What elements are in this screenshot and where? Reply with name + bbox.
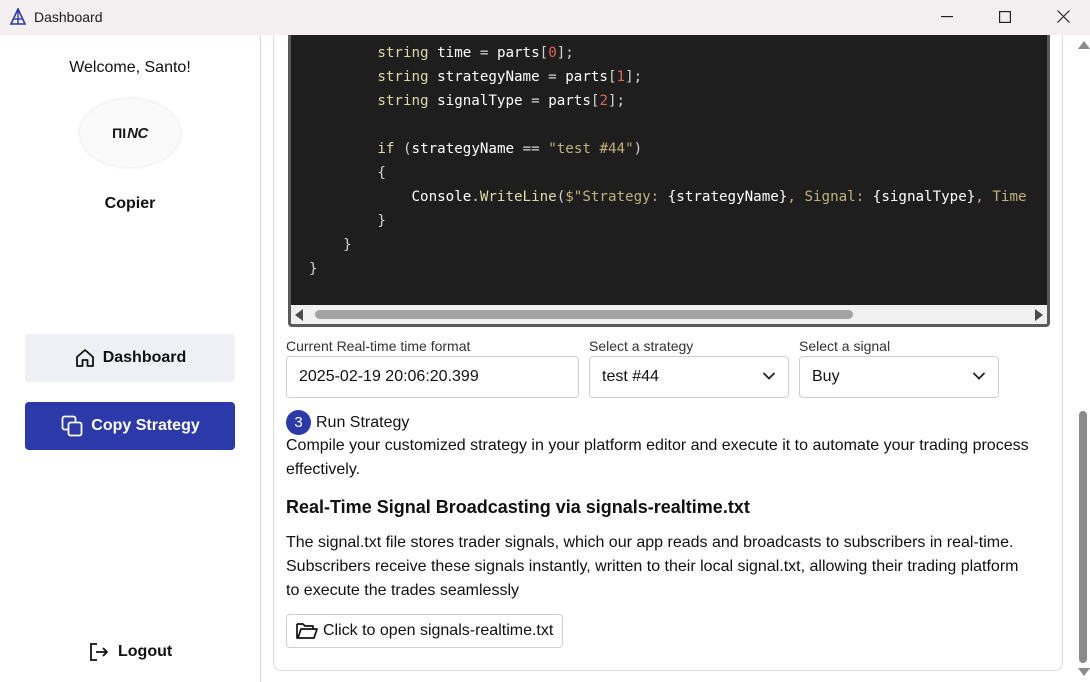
code-line: if (strategyName == "test #44") bbox=[377, 141, 643, 157]
broadcast-heading: Real-Time Signal Broadcasting via signal… bbox=[286, 497, 750, 517]
code-scrollbar-thumb[interactable] bbox=[315, 310, 853, 319]
folder-open-icon bbox=[296, 623, 318, 639]
app-logo-icon bbox=[9, 8, 27, 25]
minimize-icon bbox=[941, 15, 953, 17]
code-horizontal-scrollbar[interactable] bbox=[291, 305, 1047, 324]
maximize-icon bbox=[999, 10, 1011, 23]
page-vertical-scrollbar[interactable] bbox=[1076, 35, 1090, 682]
signal-select[interactable]: Buy bbox=[799, 356, 999, 398]
code-line: { bbox=[309, 165, 386, 181]
code-text: string time = parts[0]; string strategyN… bbox=[309, 41, 1027, 281]
signal-select-value: Buy bbox=[812, 368, 840, 385]
step-title: Run Strategy bbox=[316, 413, 410, 431]
home-icon bbox=[75, 349, 94, 367]
window-title: Dashboard bbox=[34, 9, 103, 25]
logo-mark-icon: ΠΙ bbox=[112, 125, 127, 141]
strategy-select-value: test #44 bbox=[602, 368, 659, 385]
open-signals-file-button[interactable]: Click to open signals-realtime.txt bbox=[286, 614, 564, 648]
close-button[interactable] bbox=[1034, 0, 1090, 33]
strategy-select-label: Select a strategy bbox=[589, 338, 694, 354]
step-number-badge: 3 bbox=[286, 410, 311, 435]
time-format-label: Current Real-time time format bbox=[286, 338, 471, 354]
logout-button[interactable]: Logout bbox=[88, 641, 172, 663]
nav-dashboard-button[interactable]: Dashboard bbox=[25, 334, 235, 382]
page-scrollbar-thumb[interactable] bbox=[1079, 411, 1087, 663]
main-content: string time = parts[0]; string strategyN… bbox=[262, 35, 1076, 682]
scroll-down-icon[interactable] bbox=[1078, 668, 1090, 676]
signal-select-label: Select a signal bbox=[799, 338, 891, 354]
strategy-select[interactable]: test #44 bbox=[589, 356, 789, 398]
nav-copy-strategy-button[interactable]: Copy Strategy bbox=[25, 402, 235, 450]
scroll-left-icon[interactable] bbox=[295, 309, 303, 321]
copy-icon bbox=[61, 415, 83, 437]
nav-dashboard-label: Dashboard bbox=[102, 349, 187, 366]
step-3-header: 3 Run Strategy bbox=[286, 410, 409, 435]
title-bar: Dashboard bbox=[0, 0, 1090, 35]
chevron-down-icon bbox=[972, 372, 986, 380]
code-line: string signalType = parts[2]; bbox=[377, 93, 626, 109]
close-icon bbox=[1056, 10, 1070, 23]
code-line: } bbox=[309, 213, 386, 229]
brand-logo: ΠΙ NC bbox=[80, 99, 180, 167]
chevron-down-icon bbox=[762, 372, 776, 380]
code-line: string strategyName = parts[1]; bbox=[377, 69, 643, 85]
nav-copy-strategy-label: Copy Strategy bbox=[91, 417, 200, 434]
app-name: Copier bbox=[104, 195, 156, 212]
logout-icon bbox=[90, 643, 108, 661]
broadcast-description: The signal.txt file stores trader signal… bbox=[286, 534, 1019, 599]
open-signals-file-label: Click to open signals-realtime.txt bbox=[323, 622, 554, 639]
sidebar: Welcome, Santo! ΠΙ NC Copier Dashboard C… bbox=[0, 35, 261, 682]
time-format-value: 2025-02-19 20:06:20.399 bbox=[299, 368, 479, 385]
scroll-up-icon[interactable] bbox=[1078, 41, 1090, 49]
scroll-right-icon[interactable] bbox=[1035, 309, 1043, 321]
minimize-button[interactable] bbox=[918, 0, 976, 33]
logo-text: NC bbox=[127, 124, 148, 142]
code-line: } bbox=[309, 261, 318, 277]
code-line: string time = parts[0]; bbox=[377, 45, 574, 61]
logout-label: Logout bbox=[118, 643, 173, 660]
time-format-field[interactable]: 2025-02-19 20:06:20.399 bbox=[286, 356, 579, 398]
code-block: string time = parts[0]; string strategyN… bbox=[288, 35, 1050, 327]
maximize-button[interactable] bbox=[976, 0, 1034, 33]
step-3-description: Compile your customized strategy in your… bbox=[286, 437, 1029, 478]
code-line: } bbox=[309, 237, 352, 253]
welcome-text: Welcome, Santo! bbox=[69, 59, 191, 76]
code-line: Console.WriteLine($"Strategy: {strategyN… bbox=[411, 189, 1027, 205]
